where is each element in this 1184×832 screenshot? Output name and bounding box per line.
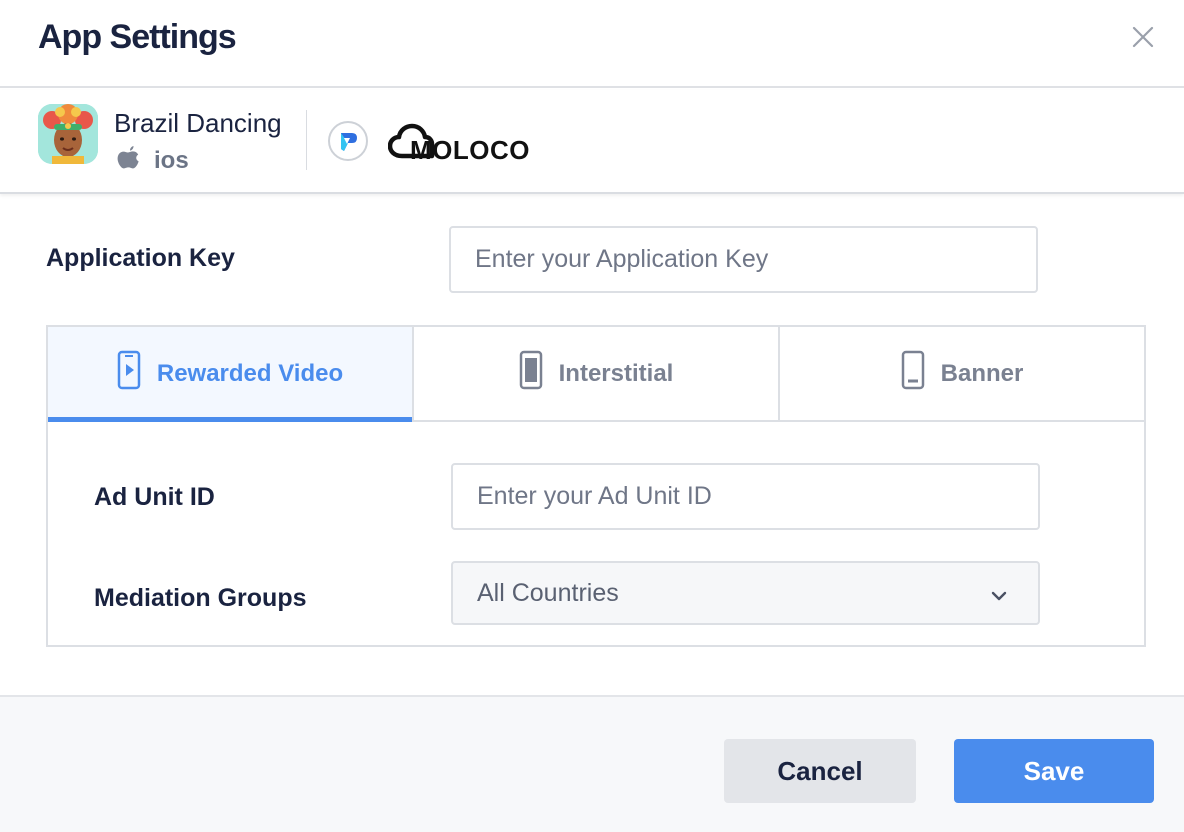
phone-banner-icon: [901, 350, 941, 397]
platform-info: ios: [114, 144, 189, 179]
platform-label: ios: [154, 147, 189, 174]
video-phone-icon: [117, 350, 157, 397]
tab-label: Banner: [940, 359, 1024, 387]
modal-title: App Settings: [38, 18, 237, 56]
chevron-down-icon: [990, 583, 1008, 612]
app-icon: [38, 104, 98, 164]
divider: [306, 110, 307, 170]
moloco-logo: MOLOCO: [387, 120, 538, 165]
mediation-groups-select[interactable]: All Countries: [451, 561, 1040, 625]
app-name: Brazil Dancing: [114, 108, 282, 138]
application-key-label: Application Key: [46, 244, 235, 272]
app-settings-modal: App Settings Brazil Dancing ios MOLOCO A…: [0, 0, 1184, 832]
ad-format-tabs: Rewarded Video Interstitial Banner: [46, 325, 1146, 422]
tab-banner[interactable]: Banner: [780, 327, 1144, 420]
moloco-wordmark: MOLOCO: [410, 135, 530, 164]
phone-fullscreen-icon: [519, 350, 559, 397]
tab-interstitial[interactable]: Interstitial: [414, 327, 780, 420]
tab-rewarded-video[interactable]: Rewarded Video: [48, 327, 414, 422]
tab-label: Rewarded Video: [156, 359, 344, 387]
ad-unit-id-label: Ad Unit ID: [94, 483, 215, 511]
app-info-bar: Brazil Dancing ios MOLOCO: [0, 90, 1184, 194]
ad-unit-id-input[interactable]: [451, 463, 1040, 530]
selected-value: All Countries: [477, 578, 619, 607]
save-button[interactable]: Save: [954, 739, 1154, 803]
apple-icon: [114, 144, 142, 179]
cancel-button[interactable]: Cancel: [724, 739, 916, 803]
mediation-groups-label: Mediation Groups: [94, 584, 307, 612]
close-icon[interactable]: [1128, 22, 1158, 52]
network-logo-icon: [328, 121, 368, 161]
modal-footer: Cancel Save: [0, 695, 1184, 832]
tab-label: Interstitial: [558, 359, 674, 387]
application-key-input[interactable]: [449, 226, 1038, 293]
modal-header: App Settings: [0, 0, 1184, 88]
